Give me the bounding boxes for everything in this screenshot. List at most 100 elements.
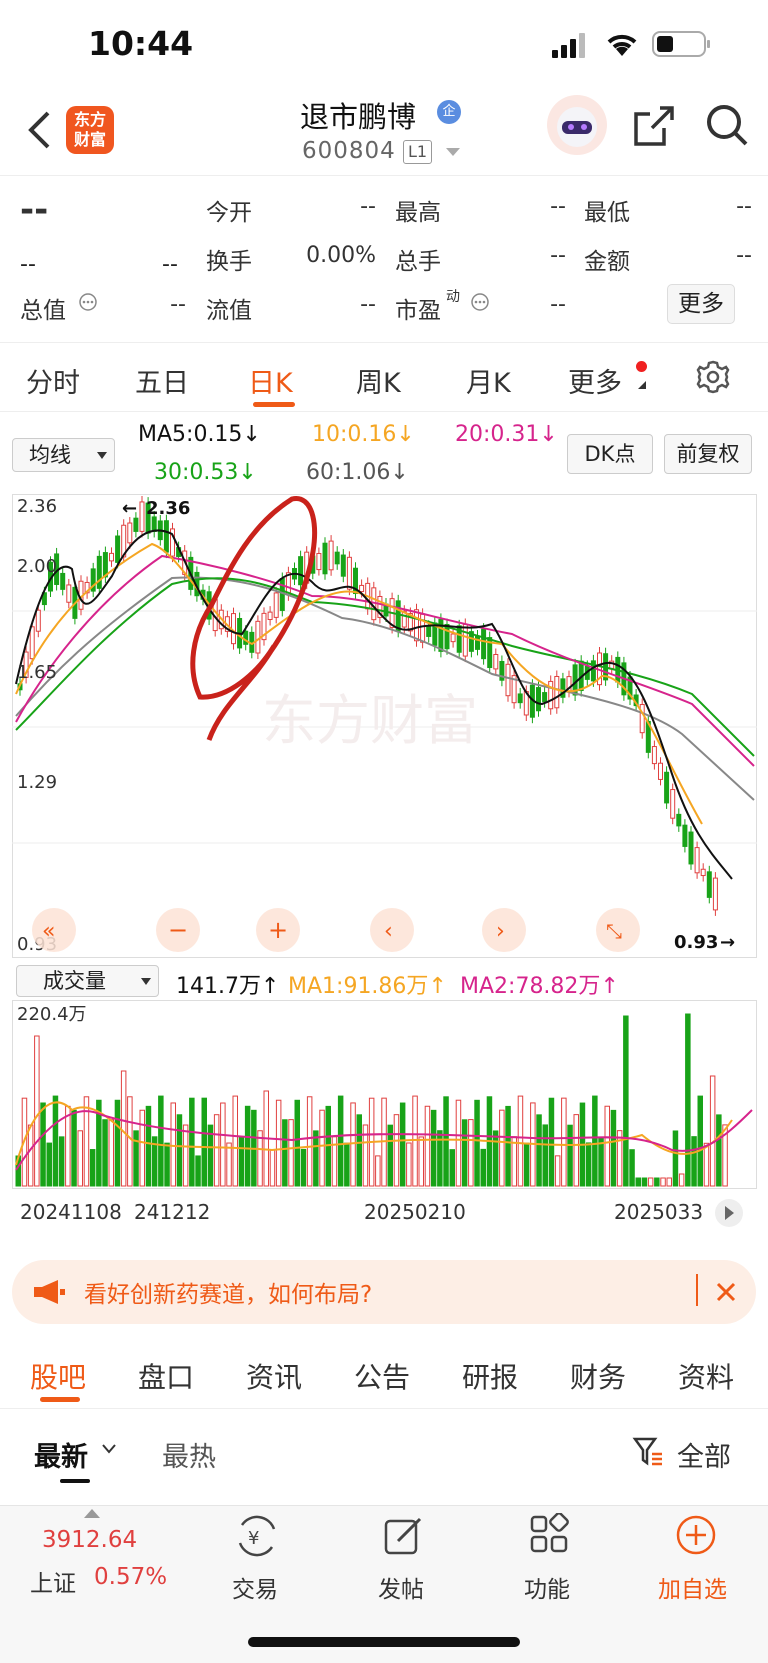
signal-icon <box>552 33 585 58</box>
tab-news[interactable]: 资讯 <box>246 1356 302 1396</box>
add-circle-icon[interactable] <box>674 1513 718 1557</box>
volume-bar <box>430 1109 437 1187</box>
index-pct[interactable]: 0.57% <box>94 1564 167 1590</box>
up-arrow-icon: ↑ <box>600 974 619 999</box>
info-icon[interactable] <box>78 292 98 312</box>
active-tab-underline <box>253 402 295 407</box>
candle <box>316 553 322 571</box>
volume-bar <box>282 1119 288 1187</box>
close-icon[interactable] <box>714 1280 738 1304</box>
fast-backward-icon: « <box>42 919 55 944</box>
tab-more[interactable]: 更多 <box>568 361 622 400</box>
tab-announcements[interactable]: 公告 <box>354 1356 410 1396</box>
tab-finance[interactable]: 财务 <box>570 1356 626 1396</box>
low-value: -- <box>736 194 752 219</box>
ma10-value: 10:0.16 <box>312 422 397 447</box>
down-arrow-icon: ↓ <box>238 460 257 485</box>
float-cap-label: 流值 <box>206 298 252 324</box>
scroll-right-icon[interactable] <box>714 1198 744 1228</box>
index-value[interactable]: 3912.64 <box>42 1527 137 1553</box>
high-marker-value: 2.36 <box>146 498 190 519</box>
volume-bar <box>189 1097 195 1187</box>
volume-bar <box>685 1013 691 1187</box>
app-logo[interactable]: 东方 财富 <box>66 106 114 154</box>
edit-icon[interactable] <box>382 1513 426 1557</box>
indicator-select[interactable]: 均线 <box>12 438 115 472</box>
tab-five-day[interactable]: 五日 <box>135 361 189 400</box>
adjust-button[interactable]: 前复权 <box>664 434 752 474</box>
volume-bar <box>505 1105 511 1187</box>
back-icon[interactable] <box>26 110 52 150</box>
high-marker: ← <box>122 498 137 519</box>
ma5-value: MA5:0.15 <box>138 422 243 447</box>
kline-chart[interactable]: 东方财富 2.36 2.36 2.00 1.65 1.29 0.93 ← 2.3… <box>12 494 757 958</box>
volume-ma1: MA1:91.86万 <box>288 974 429 999</box>
search-icon[interactable] <box>704 102 750 148</box>
post-label[interactable]: 发帖 <box>378 1570 424 1604</box>
dropdown-icon <box>141 978 151 985</box>
tab-forum[interactable]: 股吧 <box>30 1356 86 1396</box>
volume-bar <box>201 1097 207 1187</box>
candle <box>554 675 560 709</box>
trade-icon[interactable]: ¥ <box>234 1513 280 1559</box>
tab-weekly-k[interactable]: 周K <box>356 361 401 400</box>
add-watchlist-label[interactable]: 加自选 <box>658 1570 727 1604</box>
candle <box>35 609 41 632</box>
active-tab-underline <box>40 1397 80 1402</box>
volume-value: -- <box>550 243 566 268</box>
grid-icon[interactable] <box>528 1513 572 1557</box>
info-icon[interactable] <box>470 292 490 312</box>
trade-label[interactable]: 交易 <box>232 1570 278 1604</box>
tab-intraday[interactable]: 分时 <box>26 361 80 400</box>
candle <box>676 813 682 827</box>
candle <box>426 625 432 637</box>
market-cap-value: -- <box>170 292 186 317</box>
filter-all[interactable]: 全部 <box>677 1435 731 1474</box>
amount-value: -- <box>736 243 752 268</box>
volume-bar <box>65 1105 71 1187</box>
tab-research[interactable]: 研报 <box>462 1356 518 1396</box>
volume-bar <box>306 1096 313 1187</box>
candle <box>548 680 554 710</box>
open-label: 今开 <box>206 200 252 226</box>
sort-hottest[interactable]: 最热 <box>162 1435 216 1474</box>
candle <box>109 552 114 562</box>
tab-daily-k[interactable]: 日K <box>248 361 293 400</box>
y-label-2: 2.00 <box>17 556 57 577</box>
down-arrow-icon: ↓ <box>539 422 558 447</box>
robot-avatar-icon[interactable] <box>546 94 608 156</box>
settings-icon[interactable] <box>695 359 731 395</box>
candle <box>267 611 273 621</box>
volume-bar <box>424 1105 431 1187</box>
volume-value: 141.7万 <box>176 974 261 999</box>
candle <box>115 535 121 563</box>
adjust-label: 前复权 <box>676 442 740 466</box>
tab-monthly-k[interactable]: 月K <box>466 361 511 400</box>
filter-icon[interactable] <box>632 1436 664 1468</box>
candle <box>346 556 352 590</box>
volume-chart[interactable]: 220.4万 <box>12 1000 757 1190</box>
dropdown-icon[interactable] <box>446 148 460 158</box>
volume-bar <box>127 1096 133 1187</box>
volume-indicator-select[interactable]: 成交量 <box>16 965 159 997</box>
volume-bar <box>660 1177 666 1187</box>
tab-order-book[interactable]: 盘口 <box>138 1356 194 1396</box>
status-bar: 10:44 <box>0 0 768 90</box>
volume-bar <box>523 1142 530 1187</box>
candle <box>651 746 657 765</box>
dk-point-button[interactable]: DK点 <box>567 434 653 474</box>
volume-bar <box>561 1097 567 1187</box>
plus-icon: + <box>268 916 288 944</box>
high-value: -- <box>550 194 566 219</box>
candle <box>359 584 365 593</box>
tab-profile[interactable]: 资料 <box>678 1356 734 1396</box>
promo-banner[interactable]: 看好创新药赛道，如何布局? <box>12 1260 756 1324</box>
volume-bar <box>294 1099 300 1187</box>
volume-bar <box>517 1095 524 1187</box>
function-label[interactable]: 功能 <box>524 1570 570 1604</box>
more-button[interactable]: 更多 <box>667 284 735 324</box>
index-name[interactable]: 上证 <box>30 1564 76 1598</box>
sort-newest[interactable]: 最新 <box>34 1435 88 1474</box>
candle <box>298 556 304 586</box>
share-icon[interactable] <box>632 104 676 148</box>
